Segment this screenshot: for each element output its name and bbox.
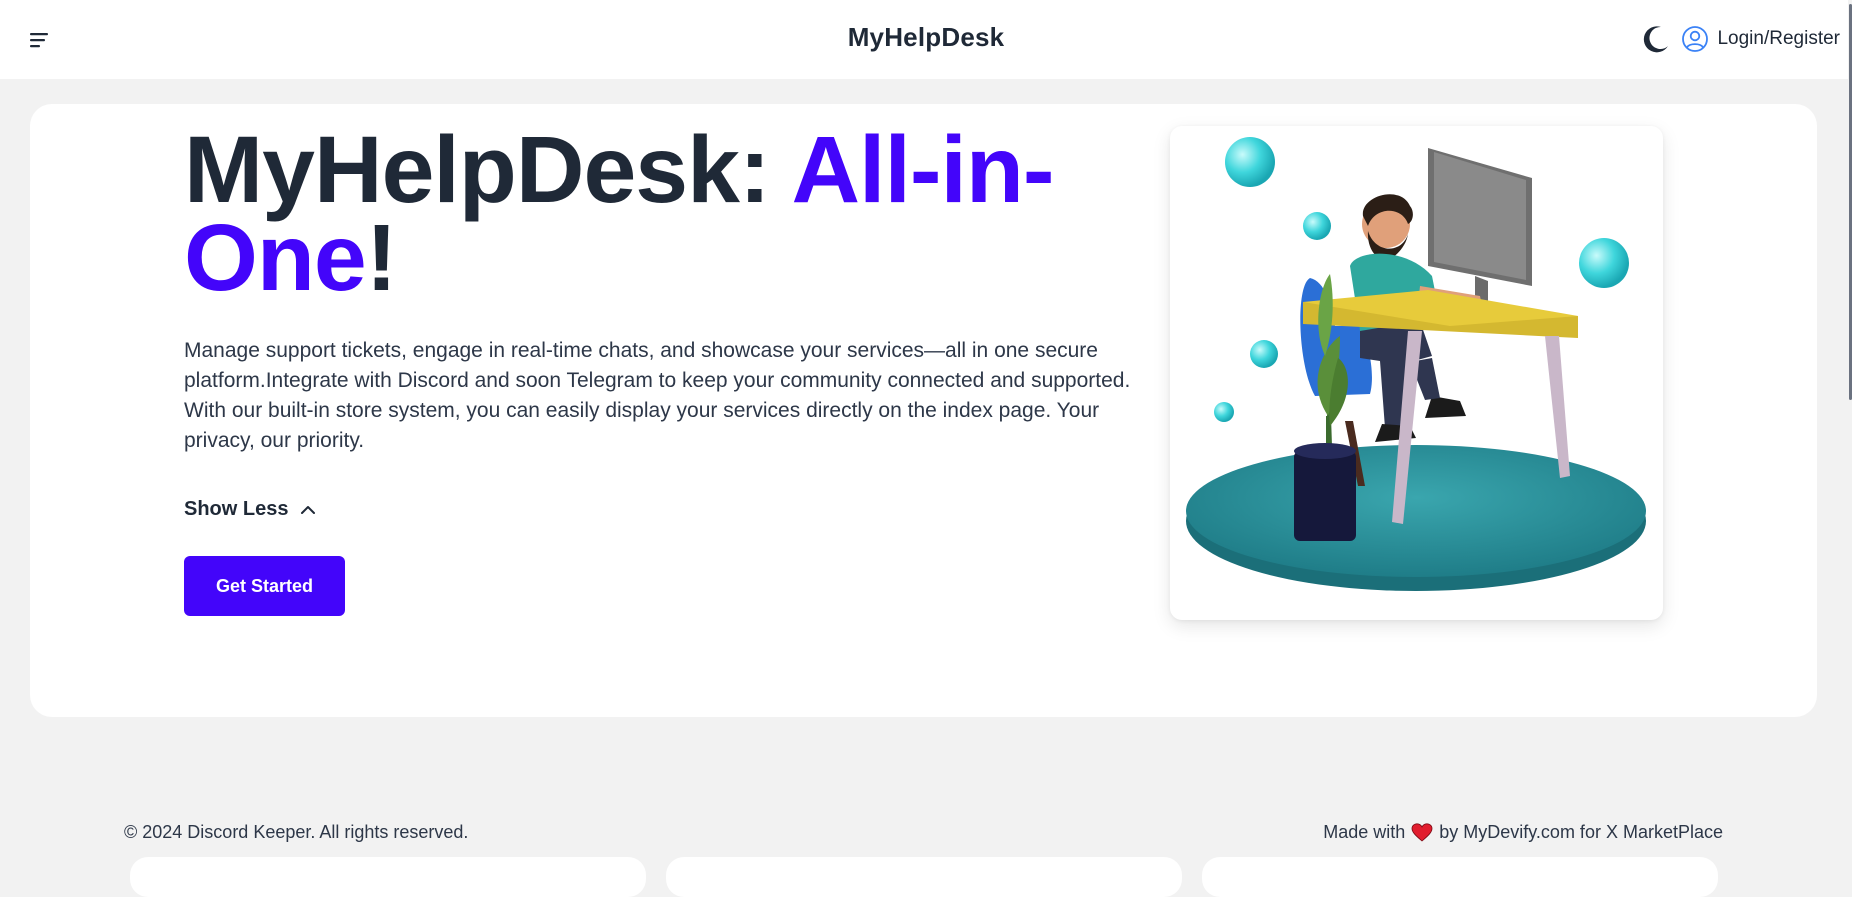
hero-title-end: ! [365, 205, 398, 311]
page-scrollbar[interactable] [1848, 0, 1852, 883]
moon-icon[interactable] [1641, 24, 1671, 54]
show-less-label: Show Less [184, 498, 289, 520]
brand-title[interactable]: MyHelpDesk [0, 22, 1852, 53]
chevron-up-icon [301, 505, 316, 514]
made-with-prefix: Made with [1323, 822, 1406, 842]
service-card[interactable] [666, 857, 1182, 897]
hero-section: MyHelpDesk: All-in-One! Manage support t… [30, 104, 1817, 717]
person-at-desk-illustration [1186, 137, 1646, 591]
top-navbar: MyHelpDesk Login/Register [0, 0, 1852, 79]
hero-description: Manage support tickets, engage in real-t… [184, 339, 1131, 452]
hero-illustration-card [1170, 126, 1663, 620]
login-register-label: Login/Register [1717, 28, 1840, 49]
made-with-suffix-link[interactable]: by MyDevify.com for X MarketPlace [1439, 822, 1723, 843]
service-card[interactable] [1202, 857, 1718, 897]
service-card[interactable] [130, 857, 646, 897]
login-register-link[interactable]: Login/Register [1681, 25, 1840, 53]
get-started-button[interactable]: Get Started [184, 556, 345, 616]
user-circle-icon [1682, 26, 1709, 52]
hero-title: MyHelpDesk: All-in-One! [184, 123, 1114, 306]
footer: © 2024 Discord Keeper. All rights reserv… [0, 822, 1852, 852]
show-less-toggle[interactable]: Show Less [184, 498, 318, 521]
heart-icon [1411, 822, 1433, 842]
copyright-text: © 2024 Discord Keeper. All rights reserv… [124, 822, 469, 842]
made-with-credit: Made with by MyDevify.com for X MarketPl… [1323, 822, 1723, 843]
